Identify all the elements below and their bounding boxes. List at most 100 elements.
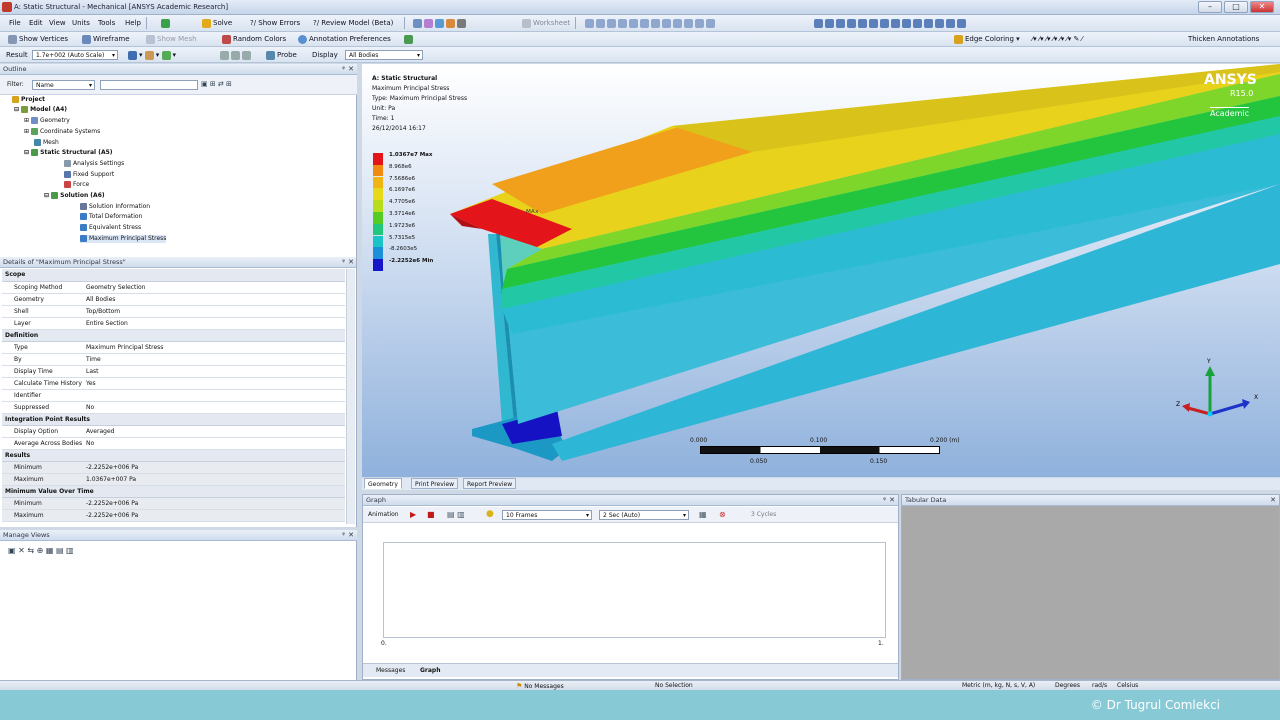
tree-item-mesh[interactable]: Mesh [34, 139, 59, 147]
filter-dropdown[interactable]: Name [32, 80, 95, 90]
filter-tools-icon[interactable]: ▣ ⊞ ⇄ ⊞ [201, 80, 232, 88]
details-row[interactable]: Minimum -2.2252e+006 Pa [2, 461, 345, 474]
pin-icon[interactable]: ᵠ [342, 257, 345, 268]
details-value[interactable]: Maximum Principal Stress [84, 341, 345, 354]
pin-icon[interactable]: ᵠ [883, 495, 886, 506]
menu-tools[interactable]: Tools [96, 17, 117, 29]
axis-triad[interactable]: Y X Z [1170, 354, 1260, 424]
details-row[interactable]: Display Time Last [2, 365, 345, 378]
tree-item-solution-information[interactable]: Solution Information [80, 203, 150, 211]
show-mesh-button[interactable]: Show Mesh [144, 33, 199, 45]
gear-button[interactable] [402, 33, 417, 45]
details-row[interactable]: Identifier [2, 389, 345, 402]
pin-icon[interactable]: ᵠ [342, 64, 345, 75]
pin-icon[interactable]: ᵠ [342, 530, 345, 541]
filter-search-input[interactable] [100, 80, 198, 90]
tree-item-maximum-principal-stress[interactable]: Maximum Principal Stress [80, 235, 167, 243]
view-toolbar[interactable] [812, 17, 970, 29]
details-value[interactable]: -2.2252e+006 Pa [84, 509, 345, 522]
tree-item-coordinate-systems[interactable]: ⊞ Coordinate Systems [24, 128, 100, 136]
close-button[interactable]: ✕ [1250, 1, 1274, 13]
graphics-viewport[interactable]: A: Static Structural Maximum Principal S… [362, 64, 1280, 477]
details-value[interactable]: No [84, 437, 345, 450]
details-value[interactable]: Geometry Selection [84, 281, 345, 294]
tree-item-total-deformation[interactable]: Total Deformation [80, 213, 142, 221]
details-value[interactable]: Entire Section [84, 317, 345, 330]
tree-item-equivalent-stress[interactable]: Equivalent Stress [80, 224, 141, 232]
close-icon[interactable]: ✕ [348, 530, 354, 541]
lightbulb-icon[interactable]: ● [486, 509, 494, 519]
tree-item-geometry[interactable]: ⊞ Geometry [24, 117, 70, 125]
details-row[interactable]: Average Across Bodies No [2, 437, 345, 450]
details-value[interactable]: Top/Bottom [84, 305, 345, 318]
tab-report-preview[interactable]: Report Preview [463, 478, 517, 489]
graph-plot-area[interactable] [383, 542, 886, 638]
details-value[interactable]: Yes [84, 377, 345, 390]
frames-dropdown[interactable]: 10 Frames [502, 510, 592, 520]
refresh-button[interactable] [159, 17, 174, 29]
details-row[interactable]: Display Option Averaged [2, 425, 345, 438]
annotation-preferences-button[interactable]: Annotation Preferences [296, 33, 393, 45]
menu-help[interactable]: Help [123, 17, 143, 29]
wireframe-button[interactable]: Wireframe [80, 33, 132, 45]
details-row[interactable]: Type Maximum Principal Stress [2, 341, 345, 354]
speed-dropdown[interactable]: 2 Sec (Auto) [599, 510, 689, 520]
tab-messages[interactable]: Messages [373, 665, 408, 676]
details-value[interactable]: -2.2252e+006 Pa [84, 497, 345, 510]
edge-coloring-button[interactable]: Edge Coloring ▾ [952, 33, 1022, 45]
toolbar-icons-a[interactable] [411, 17, 470, 29]
details-category[interactable]: Minimum Value Over Time [2, 485, 345, 498]
selection-toolbar[interactable] [583, 17, 719, 29]
details-category[interactable]: Definition [2, 329, 345, 342]
details-value[interactable]: All Bodies [84, 293, 345, 306]
result-scale-dropdown[interactable]: 1.7e+002 (Auto Scale) [32, 50, 118, 60]
menu-edit[interactable]: Edit [27, 17, 45, 29]
tab-geometry[interactable]: Geometry [364, 478, 402, 489]
display-dropdown[interactable]: All Bodies [345, 50, 423, 60]
close-icon[interactable]: ✕ [1270, 495, 1276, 506]
review-model-button[interactable]: ?/ Review Model (Beta) [311, 17, 395, 29]
tree-item-force[interactable]: Force [64, 181, 89, 189]
thicken-annotations-button[interactable]: Thicken Annotations [1186, 33, 1261, 45]
tree-item-fixed-support[interactable]: Fixed Support [64, 171, 114, 179]
contour-toolbar[interactable]: ▾ ▾ ▾ [126, 49, 178, 61]
menu-view[interactable]: View [47, 17, 68, 29]
details-row[interactable]: Maximum -2.2252e+006 Pa [2, 509, 345, 522]
close-icon[interactable]: ✕ [348, 257, 354, 268]
stop-button[interactable]: ■ [427, 510, 435, 520]
worksheet-button[interactable]: Worksheet [520, 17, 572, 29]
export-icon[interactable]: ▦ [699, 510, 707, 520]
details-row[interactable]: Maximum 1.0367e+007 Pa [2, 473, 345, 486]
solve-button[interactable]: Solve [200, 17, 234, 29]
details-value[interactable]: 1.0367e+007 Pa [84, 473, 345, 486]
close-icon[interactable]: ✕ [889, 495, 895, 506]
details-row[interactable]: Layer Entire Section [2, 317, 345, 330]
details-category[interactable]: Results [2, 449, 345, 462]
details-value[interactable]: Averaged [84, 425, 345, 438]
details-row[interactable]: Minimum -2.2252e+006 Pa [2, 497, 345, 510]
details-value[interactable]: -2.2252e+006 Pa [84, 461, 345, 474]
show-errors-button[interactable]: ?/ Show Errors [248, 17, 302, 29]
cycles-label[interactable]: 3 Cycles [751, 510, 776, 520]
details-row[interactable]: By Time [2, 353, 345, 366]
details-row[interactable]: Geometry All Bodies [2, 293, 345, 306]
tree-item-static-structural[interactable]: ⊟ Static Structural (A5) [24, 149, 113, 157]
tree-item-model[interactable]: ⊟ Model (A4) [14, 106, 67, 114]
details-value[interactable]: Last [84, 365, 345, 378]
tab-print-preview[interactable]: Print Preview [411, 478, 459, 489]
tab-graph[interactable]: Graph [417, 665, 444, 676]
details-row[interactable]: Calculate Time History Yes [2, 377, 345, 390]
tree-item-analysis-settings[interactable]: Analysis Settings [64, 160, 124, 168]
details-value[interactable] [84, 389, 345, 402]
play-button[interactable]: ▶ [410, 510, 416, 520]
show-vertices-button[interactable]: Show Vertices [6, 33, 70, 45]
maximize-button[interactable]: □ [1224, 1, 1248, 13]
random-colors-button[interactable]: Random Colors [220, 33, 288, 45]
close-icon[interactable]: ✕ [348, 64, 354, 75]
tree-item-solution[interactable]: ⊟ Solution (A6) [44, 192, 105, 200]
details-scrollbar[interactable] [346, 269, 355, 524]
details-row[interactable]: Scoping Method Geometry Selection [2, 281, 345, 294]
probe-button[interactable]: Probe [264, 49, 299, 61]
edge-display-toolbar[interactable]: ⁄▾ ⁄▾ ⁄▾ ⁄▾ ⁄▾ ⁄▾ ✎ ⁄ [1030, 33, 1085, 45]
details-row[interactable]: Suppressed No [2, 401, 345, 414]
